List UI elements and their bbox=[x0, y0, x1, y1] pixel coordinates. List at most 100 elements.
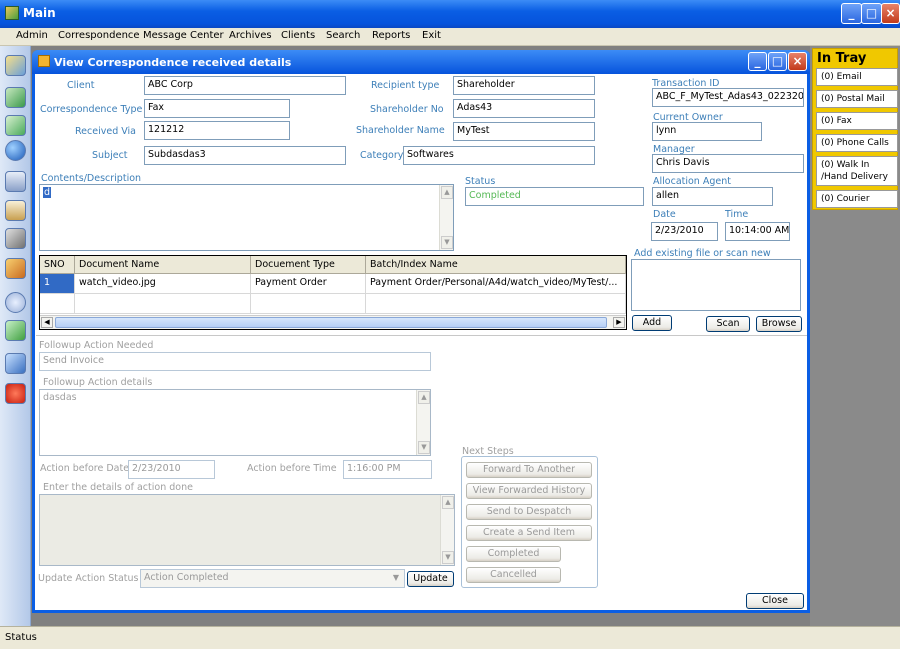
scan-button[interactable]: Scan bbox=[706, 316, 750, 332]
grid-empty-cell[interactable] bbox=[366, 294, 626, 314]
action-before-time-field[interactable]: 1:16:00 PM bbox=[343, 460, 432, 479]
update-button[interactable]: Update bbox=[407, 571, 454, 587]
users-icon[interactable] bbox=[5, 258, 26, 279]
received-via-field[interactable]: 121212 bbox=[144, 121, 290, 140]
action-before-date-field[interactable]: 2/23/2010 bbox=[128, 460, 215, 479]
status-label: Status bbox=[465, 176, 496, 187]
shareholder-no-field[interactable]: Adas43 bbox=[453, 99, 595, 118]
scroll-right-icon[interactable]: ▶ bbox=[613, 317, 625, 328]
documents-grid: SNO Document Name Docuement Type Batch/I… bbox=[39, 255, 627, 330]
send-to-despatch-button[interactable]: Send to Despatch bbox=[466, 504, 592, 520]
client-field[interactable]: ABC Corp bbox=[144, 76, 346, 95]
in-tray-postal-mail[interactable]: (0) Postal Mail bbox=[816, 90, 898, 108]
close-icon[interactable]: × bbox=[881, 3, 900, 24]
add-file-button[interactable]: Add bbox=[632, 315, 672, 331]
grid-empty-cell[interactable] bbox=[75, 294, 251, 314]
completed-button[interactable]: Completed bbox=[466, 546, 561, 562]
grid-cell-batch-index[interactable]: Payment Order/Personal/A4d/watch_video/M… bbox=[366, 274, 626, 294]
grid-cell-document-name[interactable]: watch_video.jpg bbox=[75, 274, 251, 294]
grid-scroll-thumb[interactable] bbox=[55, 317, 607, 328]
menu-exit[interactable]: Exit bbox=[422, 30, 441, 41]
outbox-icon[interactable] bbox=[5, 115, 26, 136]
in-tray-courier[interactable]: (0) Courier bbox=[816, 190, 898, 208]
contents-scrollbar[interactable]: ▲ ▼ bbox=[439, 185, 453, 250]
menu-reports[interactable]: Reports bbox=[372, 30, 410, 41]
maximize-icon[interactable]: □ bbox=[861, 3, 882, 24]
minimize-icon[interactable]: _ bbox=[841, 3, 862, 24]
corr-type-label: Correspondence Type bbox=[40, 104, 143, 115]
menu-search[interactable]: Search bbox=[326, 30, 360, 41]
forward-button[interactable]: Forward To Another bbox=[466, 462, 592, 478]
folder-open-icon[interactable] bbox=[5, 55, 26, 76]
scroll-up-icon[interactable]: ▲ bbox=[418, 391, 430, 404]
archive-icon[interactable] bbox=[5, 171, 26, 192]
in-tray-walk-in[interactable]: (0) Walk In /Hand Delivery bbox=[816, 156, 898, 186]
section-divider bbox=[36, 335, 807, 336]
contents-textarea[interactable]: d ▲ ▼ bbox=[39, 184, 454, 251]
browse-button[interactable]: Browse bbox=[756, 316, 802, 332]
time-field[interactable]: 10:14:00 AM bbox=[725, 222, 790, 241]
chevron-down-icon[interactable]: ▼ bbox=[389, 571, 403, 586]
manager-field[interactable]: Chris Davis bbox=[652, 154, 804, 173]
followup-details-scrollbar[interactable]: ▲ ▼ bbox=[416, 390, 430, 455]
grid-empty-cell[interactable] bbox=[251, 294, 366, 314]
menu-admin[interactable]: Admin bbox=[16, 30, 48, 41]
search-icon[interactable] bbox=[5, 292, 26, 313]
globe-icon[interactable] bbox=[5, 140, 26, 161]
scroll-down-icon[interactable]: ▼ bbox=[418, 441, 430, 454]
cancelled-button[interactable]: Cancelled bbox=[466, 567, 561, 583]
category-field[interactable]: Softwares bbox=[403, 146, 595, 165]
scroll-up-icon[interactable]: ▲ bbox=[442, 496, 454, 509]
grid-empty-cell[interactable] bbox=[40, 294, 75, 314]
allocation-agent-field[interactable]: allen bbox=[652, 187, 773, 206]
in-tray-email[interactable]: (0) Email bbox=[816, 68, 898, 86]
shareholder-name-field[interactable]: MyTest bbox=[453, 122, 595, 141]
recipient-type-field[interactable]: Shareholder bbox=[453, 76, 595, 95]
scroll-up-icon[interactable]: ▲ bbox=[441, 186, 453, 199]
status-field[interactable]: Completed bbox=[465, 187, 644, 206]
app-icon bbox=[5, 6, 19, 20]
followup-action-field[interactable]: Send Invoice bbox=[39, 352, 431, 371]
corr-type-field[interactable]: Fax bbox=[144, 99, 290, 118]
grid-header-document-name[interactable]: Document Name bbox=[75, 256, 251, 274]
power-icon[interactable] bbox=[5, 383, 26, 404]
dialog-maximize-icon[interactable]: □ bbox=[768, 52, 787, 71]
tools-icon[interactable] bbox=[5, 228, 26, 249]
grid-horizontal-scrollbar[interactable]: ◀ ▶ bbox=[40, 315, 626, 329]
grid-header-sno[interactable]: SNO bbox=[40, 256, 75, 274]
in-tray-phone-calls[interactable]: (0) Phone Calls bbox=[816, 134, 898, 152]
dialog-minimize-icon[interactable]: _ bbox=[748, 52, 767, 71]
menu-archives[interactable]: Archives bbox=[229, 30, 272, 41]
grid-header-batch-index[interactable]: Batch/Index Name bbox=[366, 256, 626, 274]
menu-message-center[interactable]: Message Center bbox=[143, 30, 224, 41]
transaction-id-field[interactable]: ABC_F_MyTest_Adas43_0223201 bbox=[652, 88, 804, 107]
in-tray-fax[interactable]: (0) Fax bbox=[816, 112, 898, 130]
close-button[interactable]: Close bbox=[746, 593, 804, 609]
scroll-left-icon[interactable]: ◀ bbox=[41, 317, 53, 328]
received-via-label: Received Via bbox=[75, 126, 136, 137]
current-owner-field[interactable]: lynn bbox=[652, 122, 762, 141]
clipboard-icon[interactable] bbox=[5, 200, 26, 221]
action-done-label: Enter the details of action done bbox=[43, 482, 193, 493]
create-send-item-button[interactable]: Create a Send Item bbox=[466, 525, 592, 541]
grid-cell-sno[interactable]: 1 bbox=[40, 274, 75, 294]
subject-field[interactable]: Subdasdas3 bbox=[144, 146, 346, 165]
dialog-close-icon[interactable]: × bbox=[788, 52, 807, 71]
followup-details-textarea[interactable]: dasdas ▲ ▼ bbox=[39, 389, 431, 456]
date-field[interactable]: 2/23/2010 bbox=[651, 222, 718, 241]
grid-header-document-type[interactable]: Docuement Type bbox=[251, 256, 366, 274]
scroll-down-icon[interactable]: ▼ bbox=[441, 236, 453, 249]
action-done-scrollbar[interactable]: ▲ ▼ bbox=[440, 495, 454, 565]
view-forwarded-history-button[interactable]: View Forwarded History bbox=[466, 483, 592, 499]
report-search-icon[interactable] bbox=[5, 353, 26, 374]
update-status-value: Action Completed bbox=[144, 572, 229, 583]
grid-cell-document-type[interactable]: Payment Order bbox=[251, 274, 366, 294]
action-done-textarea[interactable]: ▲ ▼ bbox=[39, 494, 455, 566]
file-drop-area[interactable] bbox=[631, 259, 801, 311]
inbox-icon[interactable] bbox=[5, 87, 26, 108]
menu-correspondence[interactable]: Correspondence bbox=[58, 30, 140, 41]
image-search-icon[interactable] bbox=[5, 320, 26, 341]
scroll-down-icon[interactable]: ▼ bbox=[442, 551, 454, 564]
update-status-select[interactable]: Action Completed ▼ bbox=[140, 569, 405, 588]
menu-clients[interactable]: Clients bbox=[281, 30, 315, 41]
